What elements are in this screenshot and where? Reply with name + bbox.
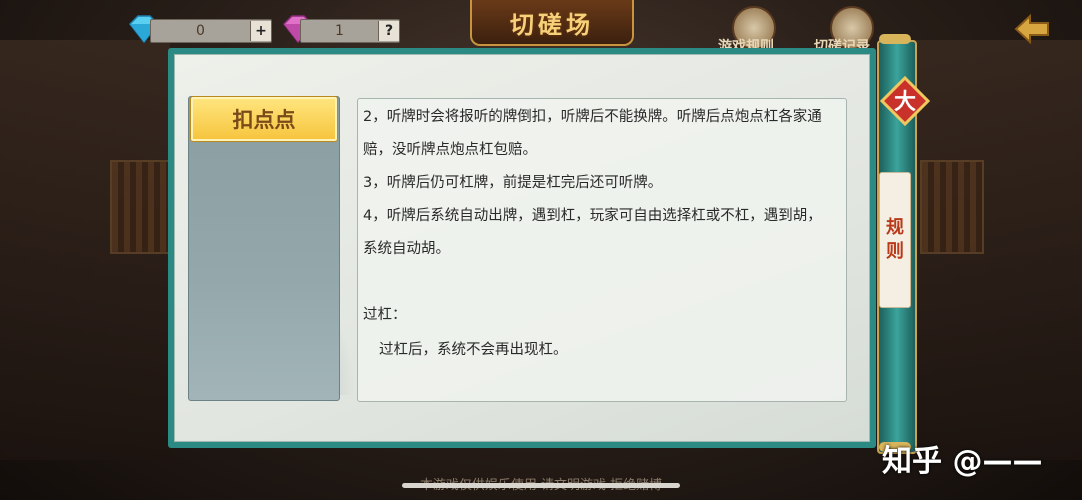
rules-content[interactable]: 2，听牌时会将报听的牌倒扣，听牌后不能换牌。听牌后点炮点杠各家通 赔，没听牌点炮…: [357, 98, 847, 402]
watermark: 知乎 @——: [882, 444, 1043, 479]
top-bar: 0 + 1 ? 切磋场 游戏规则 切磋记录: [0, 0, 1082, 55]
home-indicator[interactable]: [402, 483, 680, 488]
sidebar-item-koudiandian[interactable]: 扣点点: [190, 96, 338, 142]
gem-count: 1: [335, 23, 344, 39]
badge-icon: 大: [880, 76, 930, 126]
page-title: 切磋场: [510, 9, 594, 39]
badge-text: 大: [894, 89, 916, 115]
rule-line: 3，听牌后仍可杠牌，前提是杠完后还可听牌。: [363, 175, 663, 191]
back-arrow-icon[interactable]: [1012, 12, 1052, 46]
add-diamond-button[interactable]: +: [250, 21, 271, 41]
gem-counter: 1 ?: [300, 19, 400, 43]
rule-line: 系统自动胡。: [363, 241, 450, 257]
rule-section-title: 过杠：: [363, 307, 407, 323]
rule-line: 2，听牌时会将报听的牌倒扣，听牌后不能换牌。听牌后点炮点杠各家通: [363, 109, 822, 125]
scroll-cap: [879, 34, 911, 44]
background-window: [920, 160, 984, 254]
rule-line: 赔，没听牌点炮点杠包赔。: [363, 142, 537, 158]
background-window: [110, 160, 174, 254]
sidebar-item-label: 扣点点: [232, 108, 296, 132]
title-plaque: 切磋场: [470, 0, 634, 46]
diamond-count: 0: [196, 23, 205, 39]
rules-tab-char: 规: [886, 217, 904, 238]
rules-tab[interactable]: 规 则: [879, 172, 911, 308]
gem-help-button[interactable]: ?: [378, 21, 399, 41]
rule-line: 过杠后，系统不会再出现杠。: [379, 342, 568, 358]
rules-tab-char: 则: [886, 241, 904, 262]
diamond-counter: 0 +: [150, 19, 272, 43]
rule-line: 4，听牌后系统自动出牌，遇到杠，玩家可自由选择杠或不杠，遇到胡，: [363, 208, 822, 224]
